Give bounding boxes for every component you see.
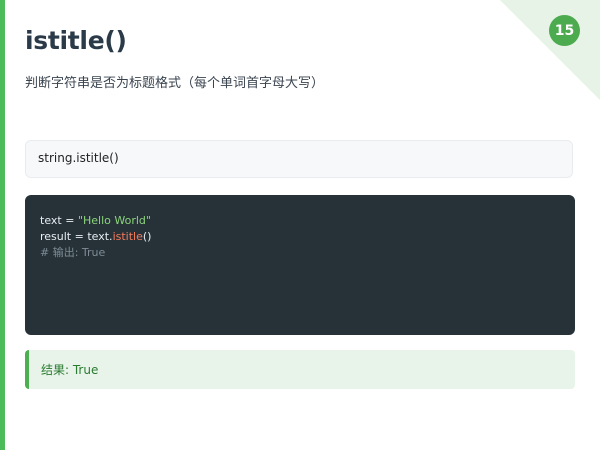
code-line-3: # 输出: True	[40, 245, 105, 261]
page-subtitle: 判断字符串是否为标题格式（每个单词首字母大写）	[25, 76, 325, 91]
page-title: istitle()	[25, 26, 127, 55]
syntax-text: string.istitle()	[38, 151, 119, 165]
result-text: 结果: True	[41, 363, 99, 377]
code-comment: # 输出: True	[40, 246, 106, 259]
corner-decoration	[500, 0, 600, 100]
code-line-1: text = "Hello World"	[40, 213, 151, 229]
page-number-badge: 15	[549, 15, 580, 46]
code-var: result	[40, 230, 72, 243]
code-line-2: result = text.istitle()	[40, 229, 151, 245]
code-operator: =	[61, 214, 78, 227]
code-parens: ()	[142, 230, 152, 243]
code-string: "Hello World"	[77, 214, 151, 227]
code-method: istitle	[112, 230, 143, 243]
result-box: 结果: True	[25, 350, 575, 389]
code-block: text = "Hello World" result = text.istit…	[25, 195, 575, 335]
code-var: text	[40, 214, 62, 227]
syntax-box: string.istitle()	[25, 140, 573, 178]
code-object: text.	[87, 230, 113, 243]
left-accent-stripe	[0, 0, 5, 450]
code-operator: =	[71, 230, 88, 243]
